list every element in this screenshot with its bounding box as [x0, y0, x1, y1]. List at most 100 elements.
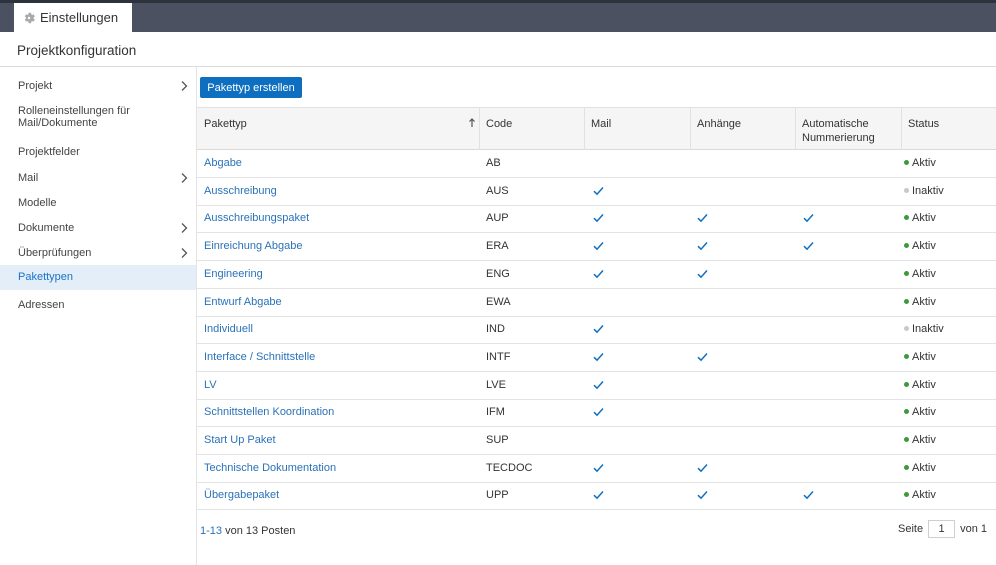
mail-check-icon [593, 491, 604, 500]
package-type-code: AUS [486, 184, 509, 197]
sort-up-arrow-icon[interactable] [468, 117, 476, 129]
status-text: Aktiv [912, 406, 936, 419]
header-mail[interactable]: Mail [584, 108, 690, 150]
page-header: Projektkonfiguration [0, 32, 996, 67]
table-header: Pakettyp Code Mail Anhänge Automatische Numm… [197, 107, 996, 150]
sidebar-item-ueberpruefungen[interactable]: Überprüfungen [0, 245, 196, 261]
table-row: Engineering ENG Aktiv [197, 261, 996, 289]
status-badge: Inaktiv [901, 178, 944, 205]
mail-check-icon [593, 380, 604, 389]
header-code[interactable]: Code [479, 108, 584, 150]
status-badge: Aktiv [901, 399, 936, 426]
page-label: Seite [898, 523, 924, 535]
status-dot-icon [904, 215, 909, 221]
tab-label: Einstellungen [40, 10, 119, 25]
package-type-name-link[interactable]: Ausschreibungspaket [197, 205, 309, 232]
attachments-check-icon [697, 491, 708, 500]
sidebar-item-label: Projektfelder [18, 146, 80, 158]
column-divider [584, 108, 585, 150]
pagination-range: 1-13 [200, 525, 223, 537]
package-type-name-link[interactable]: Technische Dokumentation [197, 455, 336, 482]
package-type-name-link[interactable]: Einreichung Abgabe [197, 233, 302, 260]
page-number-input[interactable] [928, 520, 956, 538]
status-dot-icon [904, 160, 909, 165]
sidebar-item-label: Überprüfungen [18, 247, 92, 259]
header-anhaenge[interactable]: Anhänge [690, 108, 795, 150]
status-text: Aktiv [912, 489, 936, 502]
page-of-text: von 1 [960, 523, 987, 535]
package-type-name-link[interactable]: Start Up Paket [197, 427, 276, 454]
package-type-code: LVE [486, 378, 506, 391]
sidebar-item-projektfelder[interactable]: Projektfelder [0, 144, 196, 160]
status-badge: Aktiv [901, 427, 936, 454]
package-type-code: ENG [486, 267, 510, 280]
header-status[interactable]: Status [901, 108, 996, 150]
header-pakettyp[interactable]: Pakettyp [197, 108, 479, 150]
package-type-name-link[interactable]: Interface / Schnittstelle [197, 344, 315, 371]
top-strip [0, 0, 996, 3]
sidebar-item-projekt[interactable]: Projekt [0, 79, 196, 93]
sidebar-item-modelle[interactable]: Modelle [0, 195, 196, 211]
package-type-name-link[interactable]: Schnittstellen Koordination [197, 399, 334, 426]
status-badge: Aktiv [901, 455, 936, 482]
mail-check-icon [593, 463, 604, 472]
status-badge: Aktiv [901, 150, 936, 177]
table-row: Ausschreibung AUS Inaktiv [197, 178, 996, 206]
package-type-code: SUP [486, 434, 509, 446]
status-text: Inaktiv [912, 184, 944, 197]
attachments-check-icon [697, 242, 708, 251]
package-type-name-link[interactable]: Entwurf Abgabe [197, 289, 282, 316]
mail-check-icon [593, 325, 604, 334]
status-dot-icon [904, 464, 909, 470]
mail-check-icon [593, 242, 604, 251]
table-row: Einreichung Abgabe ERA Aktiv [197, 233, 996, 262]
attachments-check-icon [697, 352, 708, 362]
table-row: Ausschreibungspaket AUP Aktiv [197, 205, 996, 234]
mail-check-icon [593, 352, 604, 362]
pagination-control: Seite von 1 [898, 520, 987, 538]
status-text: Aktiv [912, 267, 936, 280]
sidebar-item-mail[interactable]: Mail [0, 170, 196, 186]
sidebar-item-adressen[interactable]: Adressen [0, 297, 196, 313]
top-bar: Einstellungen [0, 0, 996, 32]
sidebar-item-rolleneinstellungen-fuer-mail-dokumente[interactable]: Rolleneinstellungen für Mail/Dokumente [0, 103, 196, 133]
chevron-right-icon [181, 223, 188, 233]
mail-check-icon [593, 269, 604, 279]
column-divider [479, 108, 480, 150]
status-badge: Aktiv [901, 372, 936, 399]
status-badge: Inaktiv [901, 316, 944, 343]
sidebar-item-label: Dokumente [18, 222, 75, 234]
package-type-name-link[interactable]: Engineering [197, 261, 263, 288]
table-row: Individuell IND Inaktiv [197, 316, 996, 345]
status-text: Aktiv [912, 240, 936, 253]
sidebar-item-label: Modelle [18, 197, 57, 209]
status-dot-icon [904, 187, 909, 193]
sidebar-item-dokumente[interactable]: Dokumente [0, 220, 196, 236]
chevron-right-icon [181, 81, 188, 91]
package-type-name-link[interactable]: Ausschreibung [197, 178, 277, 205]
package-type-name-link[interactable]: Übergabepaket [197, 482, 279, 509]
numbering-check-icon [803, 242, 814, 251]
mail-check-icon [593, 214, 604, 223]
sidebar-item-pakettypen[interactable]: Pakettypen [0, 265, 196, 290]
numbering-check-icon [803, 491, 814, 500]
attachments-check-icon [697, 214, 708, 223]
create-package-type-button[interactable]: Pakettyp erstellen [200, 77, 302, 98]
table-row: Abgabe AB Aktiv [197, 150, 996, 178]
attachments-check-icon [697, 463, 708, 472]
status-dot-icon [904, 298, 909, 304]
sidebar-item-label: Mail [18, 172, 39, 184]
status-text: Inaktiv [912, 323, 944, 336]
package-type-name-link[interactable]: Individuell [197, 316, 253, 343]
package-type-name-link[interactable]: Abgabe [197, 150, 242, 177]
header-automatische-nummerierung[interactable]: Automatische Nummerierung [795, 108, 901, 150]
status-dot-icon [904, 243, 909, 249]
package-type-name-link[interactable]: LV [197, 372, 217, 399]
table-row: Interface / Schnittstelle INTF Aktiv [197, 344, 996, 372]
chevron-right-icon [181, 173, 188, 183]
status-text: Aktiv [912, 378, 936, 391]
sidebar-item-label: Pakettypen [18, 271, 74, 283]
status-badge: Aktiv [901, 289, 936, 316]
table-row: Technische Dokumentation TECDOC Aktiv [197, 455, 996, 483]
tab-einstellungen[interactable]: Einstellungen [14, 3, 132, 32]
